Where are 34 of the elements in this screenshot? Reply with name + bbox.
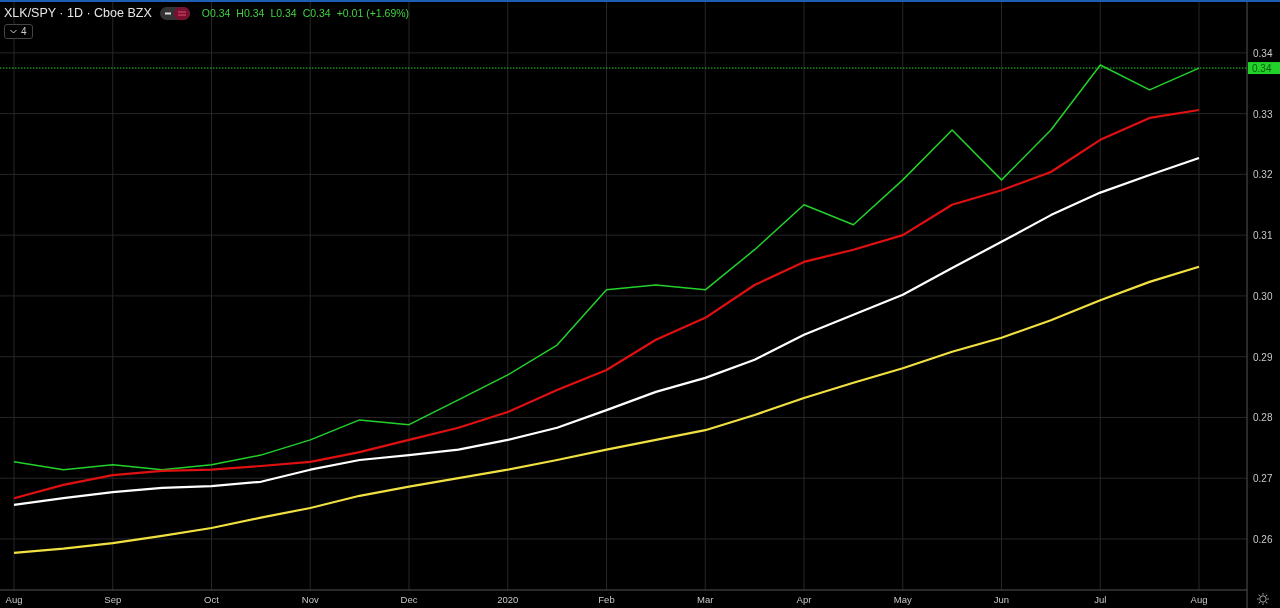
price-axis-label: 0.28 <box>1253 412 1273 424</box>
settings-icon[interactable] <box>1256 592 1270 606</box>
price-axis-label: 0.31 <box>1253 230 1273 242</box>
date-axis-label: Jul <box>1094 594 1107 605</box>
price-axis-label: 0.26 <box>1253 533 1273 545</box>
chart-title: XLK/SPY · 1D · Cboe BZX <box>4 6 152 20</box>
chevron-icon <box>10 29 17 34</box>
price-axis-label: 0.30 <box>1253 290 1273 302</box>
ohlc-value: O0.34 <box>201 7 231 19</box>
toggle-icon[interactable] <box>159 6 190 20</box>
date-axis-label: Oct <box>204 594 219 605</box>
ohlc-value: H0.34 <box>236 7 265 19</box>
date-axis-label: Mar <box>697 594 714 605</box>
price-axis-label: 0.27 <box>1253 473 1273 485</box>
price-axis-label: 0.32 <box>1253 169 1273 181</box>
ohlc-value: L0.34 <box>270 7 297 19</box>
date-axis-label: Apr <box>796 594 812 605</box>
ref-line-label: 0.34 <box>1252 63 1272 75</box>
price-axis-label: 0.33 <box>1253 108 1273 120</box>
date-axis-label: May <box>893 594 912 605</box>
date-axis-label: Aug <box>1190 594 1208 605</box>
legend-toggle-button[interactable]: 4 <box>4 24 33 39</box>
date-axis-label: Sep <box>104 594 122 605</box>
date-axis-label: 2020 <box>497 594 519 605</box>
date-axis-label: Jun <box>993 594 1010 605</box>
ohlc-value: C0.34 <box>302 7 331 19</box>
date-axis-label: Aug <box>5 594 23 605</box>
last-price-tag: 0.34 <box>1248 62 1280 75</box>
date-axis-label: Dec <box>400 594 418 605</box>
date-axis-label: Feb <box>598 594 615 605</box>
date-axis-label: Nov <box>301 594 319 605</box>
price-axis-label: 0.29 <box>1253 351 1273 363</box>
ohlc-value: +0.01 (+1.69%) <box>336 7 410 19</box>
price-axis-label: 0.34 <box>1253 47 1273 59</box>
